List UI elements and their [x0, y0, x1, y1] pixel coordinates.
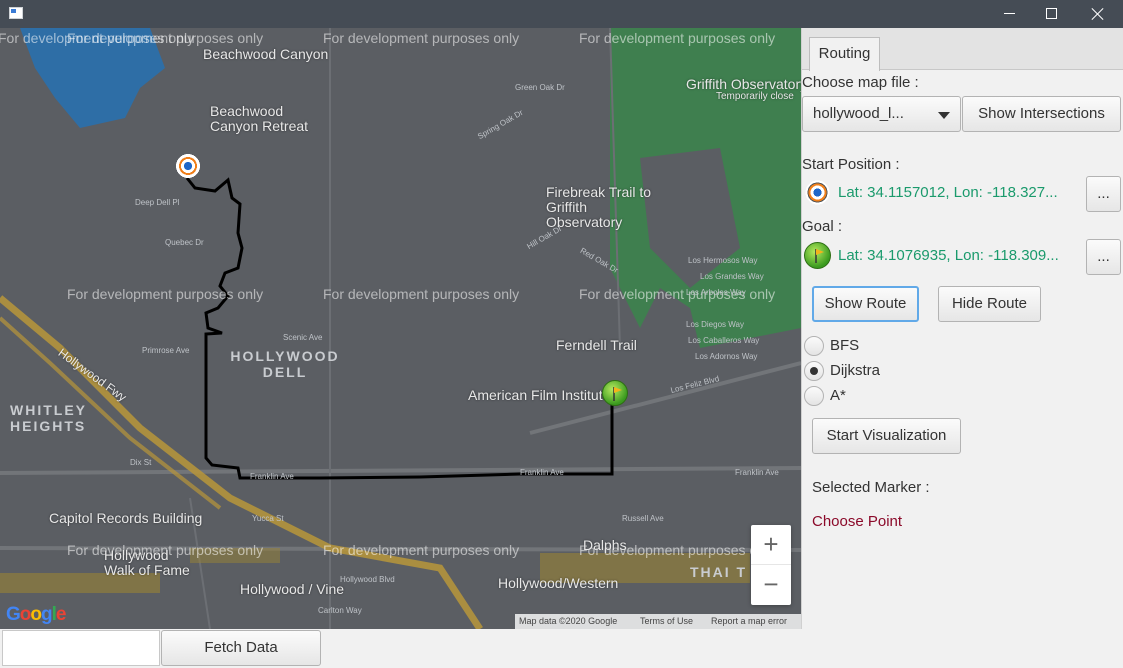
- dev-watermark: For development purposes only: [323, 30, 520, 46]
- map-file-value: hollywood_l...: [813, 105, 904, 122]
- choose-point-text: Choose Point: [812, 513, 903, 530]
- dev-watermark: For development purposes only: [323, 286, 520, 302]
- place-label: Firebreak Trail to Griffith Observatory: [546, 184, 652, 230]
- chevron-down-icon: [938, 112, 950, 119]
- radio-bfs[interactable]: [804, 336, 824, 356]
- start-coordinate: Lat: 34.1157012, Lon: -118.327...: [838, 184, 1058, 201]
- goal-marker-icon: [804, 242, 831, 269]
- street-label: Green Oak Dr: [515, 83, 565, 92]
- street-label: Yucca St: [252, 514, 284, 523]
- hide-route-button[interactable]: Hide Route: [938, 286, 1041, 322]
- google-logo: Google: [6, 604, 66, 625]
- map-data-credit: Map data ©2020 Google: [519, 616, 618, 626]
- place-label: Dalphs: [583, 537, 627, 553]
- street-label: Carlton Way: [318, 606, 362, 615]
- minimize-button[interactable]: [987, 0, 1033, 28]
- show-route-button[interactable]: Show Route: [812, 286, 919, 322]
- radio-bfs-label[interactable]: BFS: [830, 337, 859, 354]
- start-marker-icon: [804, 179, 831, 206]
- tab-routing[interactable]: Routing: [809, 37, 880, 71]
- zoom-out-button[interactable]: −: [751, 565, 791, 605]
- choose-map-label: Choose map file :: [802, 74, 919, 91]
- radio-astar-label[interactable]: A*: [830, 387, 846, 404]
- place-label: American Film Institute: [468, 387, 611, 403]
- place-label: Hollywood / Vine: [240, 581, 345, 597]
- minimize-icon: [1004, 13, 1015, 14]
- street-label: Franklin Ave: [735, 468, 779, 477]
- place-label: Hollywood Walk of Fame: [104, 547, 190, 578]
- dev-watermark: For development purposes only: [323, 542, 520, 558]
- street-label: Los Adornos Way: [695, 352, 758, 361]
- start-visualization-button[interactable]: Start Visualization: [812, 418, 961, 454]
- radio-dijkstra[interactable]: [804, 361, 824, 381]
- radio-dijkstra-label[interactable]: Dijkstra: [830, 362, 880, 379]
- street-label: Quebec Dr: [165, 238, 204, 247]
- goal-browse-button[interactable]: ...: [1086, 239, 1121, 275]
- street-label: Scenic Ave: [283, 333, 323, 342]
- fetch-data-button[interactable]: Fetch Data: [161, 630, 321, 666]
- routing-panel: Routing Choose map file : hollywood_l...…: [801, 28, 1123, 629]
- dev-watermark: For development purposes only: [67, 30, 264, 46]
- map-footer: Map data ©2020 Google Terms of Use Repor…: [515, 614, 801, 629]
- selected-marker-label: Selected Marker :: [812, 479, 930, 496]
- dev-watermark: For development purposes only: [579, 30, 776, 46]
- place-label: Hollywood/Western: [498, 575, 619, 591]
- start-browse-button[interactable]: ...: [1086, 176, 1121, 212]
- street-label: Franklin Ave: [520, 468, 564, 477]
- place-label: Griffith Observatory: [686, 76, 801, 92]
- place-label: Temporarily close: [716, 91, 794, 102]
- street-label: Los Grandes Way: [700, 272, 764, 281]
- goal-flag-icon: [815, 249, 824, 263]
- place-label: Beachwood Canyon: [203, 46, 329, 62]
- maximize-icon: [1046, 8, 1057, 19]
- street-label: Franklin Ave: [250, 472, 294, 481]
- tab-header: Routing: [802, 28, 1123, 71]
- goal-flag-icon: [613, 387, 622, 401]
- street-label: Los Hermosos Way: [688, 256, 758, 265]
- radio-astar[interactable]: [804, 386, 824, 406]
- neighborhood-label: HOLLYWOOD DELL: [230, 348, 340, 380]
- start-marker-icon[interactable]: [175, 153, 201, 179]
- street-label: Dix St: [130, 458, 152, 467]
- report-error-link[interactable]: Report a map error: [711, 616, 787, 626]
- data-input[interactable]: [2, 630, 160, 666]
- app-window: For development purposes only For develo…: [0, 0, 1123, 668]
- map-file-select[interactable]: hollywood_l...: [802, 96, 961, 132]
- goal-coordinate: Lat: 34.1076935, Lon: -118.309...: [838, 247, 1059, 264]
- zoom-control: + −: [751, 525, 791, 605]
- title-bar: [0, 0, 1123, 28]
- terms-link[interactable]: Terms of Use: [640, 616, 693, 626]
- close-icon: [1091, 7, 1105, 21]
- street-label: Russell Ave: [622, 514, 664, 523]
- street-label: Primrose Ave: [142, 346, 190, 355]
- maximize-button[interactable]: [1029, 0, 1075, 28]
- bottom-bar: Fetch Data: [0, 629, 1123, 668]
- goal-marker-icon[interactable]: [602, 380, 628, 406]
- zoom-in-button[interactable]: +: [751, 525, 791, 565]
- map-canvas: [0, 28, 801, 629]
- street-label: Los Arboles Way: [686, 288, 746, 297]
- map-view[interactable]: For development purposes only For develo…: [0, 28, 801, 629]
- goal-label: Goal :: [802, 218, 843, 235]
- street-label: Hollywood Blvd: [340, 575, 395, 584]
- show-intersections-button[interactable]: Show Intersections: [962, 96, 1121, 132]
- street-label: Los Diegos Way: [686, 320, 744, 329]
- close-button[interactable]: [1075, 0, 1121, 28]
- place-label: Beachwood Canyon Retreat: [210, 103, 309, 134]
- dev-watermark: For development purposes only: [67, 286, 264, 302]
- street-label: Los Caballeros Way: [688, 336, 760, 345]
- neighborhood-label: THAI T: [690, 564, 748, 580]
- neighborhood-label: WHITLEY HEIGHTS: [10, 402, 87, 434]
- start-position-label: Start Position :: [802, 156, 900, 173]
- place-label: Ferndell Trail: [556, 337, 637, 353]
- street-label: Deep Dell Pl: [135, 198, 180, 207]
- app-icon: [9, 7, 23, 19]
- place-label: Capitol Records Building: [49, 510, 203, 526]
